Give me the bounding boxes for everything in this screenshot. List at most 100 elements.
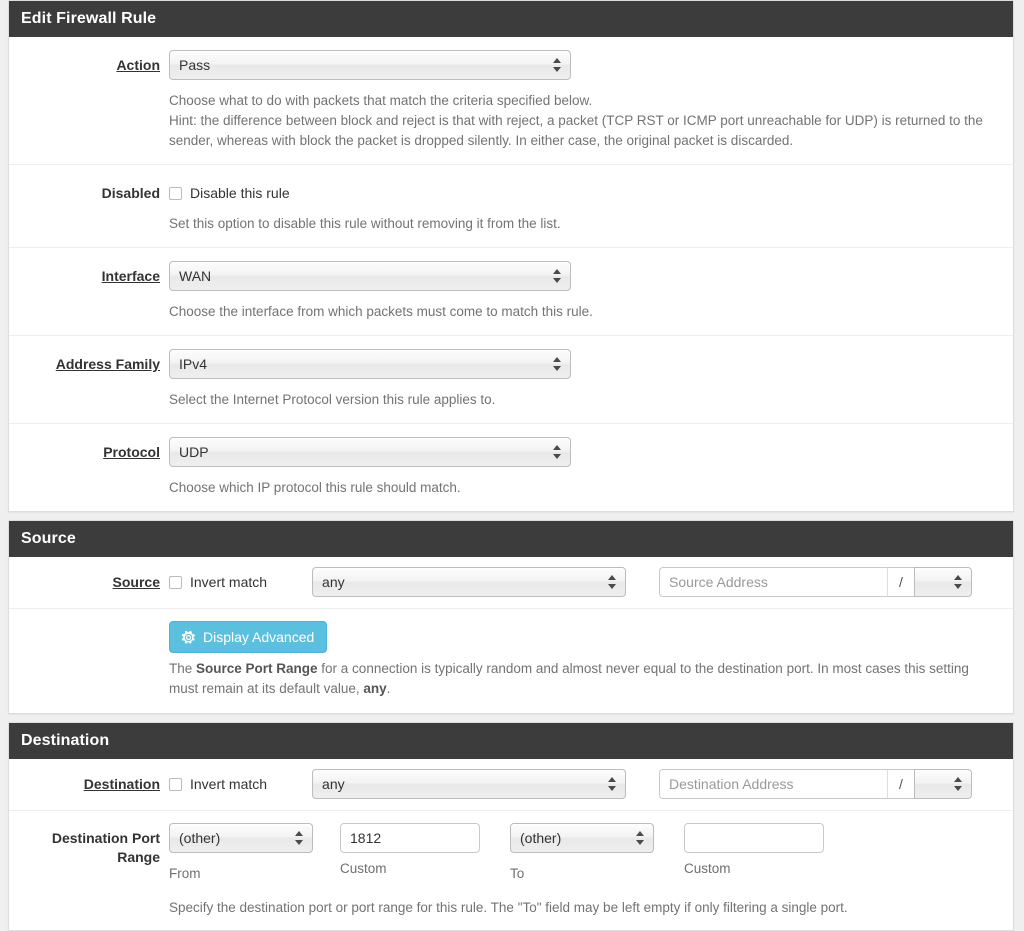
interface-select[interactable]: WAN (169, 261, 571, 291)
panel-title-edit-firewall-rule: Edit Firewall Rule (9, 1, 1013, 37)
form-row-destination-port-range: Destination Port Range (other) From (9, 811, 1013, 930)
control-address-family: IPv4 Select the Internet Protocol versio… (169, 349, 1013, 410)
port-to-custom-group: Custom (684, 823, 824, 877)
port-from-custom-input[interactable] (340, 823, 480, 853)
panel-body-source: Source Invert match any / (9, 557, 1013, 713)
destination-invert-match-label: Invert match (190, 775, 267, 794)
help-strong-any: any (363, 681, 386, 696)
checkbox-box-icon[interactable] (169, 187, 182, 200)
checkbox-box-icon[interactable] (169, 778, 182, 791)
help-disabled: Set this option to disable this rule wit… (169, 214, 989, 234)
display-advanced-label: Display Advanced (203, 629, 314, 645)
action-select[interactable]: Pass (169, 50, 571, 80)
form-row-protocol: Protocol UDP Choose which IP protocol th… (9, 424, 1013, 511)
panel-title-destination: Destination (9, 723, 1013, 759)
label-action: Action (9, 50, 169, 75)
chevron-updown-icon (553, 356, 562, 372)
label-interface: Interface (9, 261, 169, 286)
chevron-updown-icon (553, 268, 562, 284)
help-action-line2: Hint: the difference between block and r… (169, 111, 989, 151)
chevron-updown-icon (954, 776, 963, 792)
chevron-updown-icon (553, 444, 562, 460)
address-family-select-value: IPv4 (179, 356, 207, 372)
help-suffix: . (387, 681, 391, 696)
panel-edit-firewall-rule: Edit Firewall Rule Action Pass Choose wh… (8, 0, 1014, 512)
help-interface: Choose the interface from which packets … (169, 302, 989, 322)
source-address-input[interactable] (659, 567, 887, 597)
gear-icon (181, 630, 196, 645)
label-source-advanced-spacer (9, 621, 169, 627)
panel-body-destination: Destination Invert match any / (9, 759, 1013, 930)
form-row-destination: Destination Invert match any / (9, 759, 1013, 811)
port-to-value: (other) (520, 830, 561, 846)
label-address-family: Address Family (9, 349, 169, 374)
interface-select-value: WAN (179, 268, 211, 284)
source-type-value: any (322, 574, 345, 590)
destination-mask-select[interactable] (914, 769, 972, 799)
control-destination: Invert match any / (169, 769, 1013, 799)
control-protocol: UDP Choose which IP protocol this rule s… (169, 437, 1013, 498)
form-row-address-family: Address Family IPv4 Select the Internet … (9, 336, 1013, 424)
source-invert-match-label: Invert match (190, 573, 267, 592)
control-destination-port-range: (other) From Custom (other) (169, 823, 1013, 918)
destination-address-input[interactable] (659, 769, 887, 799)
control-disabled: Disable this rule Set this option to dis… (169, 178, 1013, 234)
page-container: Edit Firewall Rule Action Pass Choose wh… (0, 0, 1024, 931)
action-select-value: Pass (179, 57, 210, 73)
label-source: Source (9, 567, 169, 592)
panel-source: Source Source Invert match any (8, 520, 1014, 714)
help-source-port-range: The Source Port Range for a connection i… (169, 659, 989, 699)
help-protocol: Choose which IP protocol this rule shoul… (169, 478, 989, 498)
port-from-caption: From (169, 865, 313, 882)
control-source: Invert match any / (169, 567, 1013, 597)
panel-body-rule: Action Pass Choose what to do with packe… (9, 37, 1013, 511)
source-mask-select[interactable] (914, 567, 972, 597)
port-to-group: (other) To (510, 823, 654, 882)
address-family-select[interactable]: IPv4 (169, 349, 571, 379)
form-row-action: Action Pass Choose what to do with packe… (9, 37, 1013, 165)
protocol-select[interactable]: UDP (169, 437, 571, 467)
port-from-select[interactable]: (other) (169, 823, 313, 853)
destination-invert-match-checkbox[interactable]: Invert match (169, 769, 267, 799)
disable-rule-label: Disable this rule (190, 184, 290, 203)
source-invert-match-checkbox[interactable]: Invert match (169, 567, 267, 597)
destination-type-select[interactable]: any (312, 769, 626, 799)
help-address-family: Select the Internet Protocol version thi… (169, 390, 989, 410)
destination-type-value: any (322, 776, 345, 792)
form-row-disabled: Disabled Disable this rule Set this opti… (9, 165, 1013, 248)
port-to-custom-input[interactable] (684, 823, 824, 853)
help-strong-source-port-range: Source Port Range (196, 661, 318, 676)
control-action: Pass Choose what to do with packets that… (169, 50, 1013, 151)
label-disabled: Disabled (9, 178, 169, 203)
port-from-group: (other) From (169, 823, 313, 882)
label-protocol: Protocol (9, 437, 169, 462)
help-action-line1: Choose what to do with packets that matc… (169, 91, 989, 111)
port-from-custom-group: Custom (340, 823, 480, 877)
port-to-custom-caption: Custom (684, 860, 824, 877)
chevron-updown-icon (608, 574, 617, 590)
form-row-source-advanced: Display Advanced The Source Port Range f… (9, 609, 1013, 713)
help-destination-port-range: Specify the destination port or port ran… (169, 898, 989, 918)
label-destination: Destination (9, 769, 169, 794)
panel-title-source: Source (9, 521, 1013, 557)
source-address-slash-addon: / (887, 567, 914, 597)
port-from-value: (other) (179, 830, 220, 846)
port-to-select[interactable]: (other) (510, 823, 654, 853)
port-from-custom-caption: Custom (340, 860, 480, 877)
help-prefix: The (169, 661, 196, 676)
checkbox-box-icon[interactable] (169, 576, 182, 589)
display-advanced-button[interactable]: Display Advanced (169, 621, 327, 653)
source-type-select[interactable]: any (312, 567, 626, 597)
control-source-advanced: Display Advanced The Source Port Range f… (169, 621, 1013, 699)
port-to-caption: To (510, 865, 654, 882)
chevron-updown-icon (954, 574, 963, 590)
disable-rule-checkbox[interactable]: Disable this rule (169, 178, 1001, 208)
label-destination-port-range: Destination Port Range (9, 823, 169, 867)
control-interface: WAN Choose the interface from which pack… (169, 261, 1013, 322)
form-row-source: Source Invert match any / (9, 557, 1013, 609)
chevron-updown-icon (636, 830, 645, 846)
destination-address-slash-addon: / (887, 769, 914, 799)
panel-destination: Destination Destination Invert match any (8, 722, 1014, 931)
label-dpr-line2: Range (9, 848, 160, 867)
form-row-interface: Interface WAN Choose the interface from … (9, 248, 1013, 336)
